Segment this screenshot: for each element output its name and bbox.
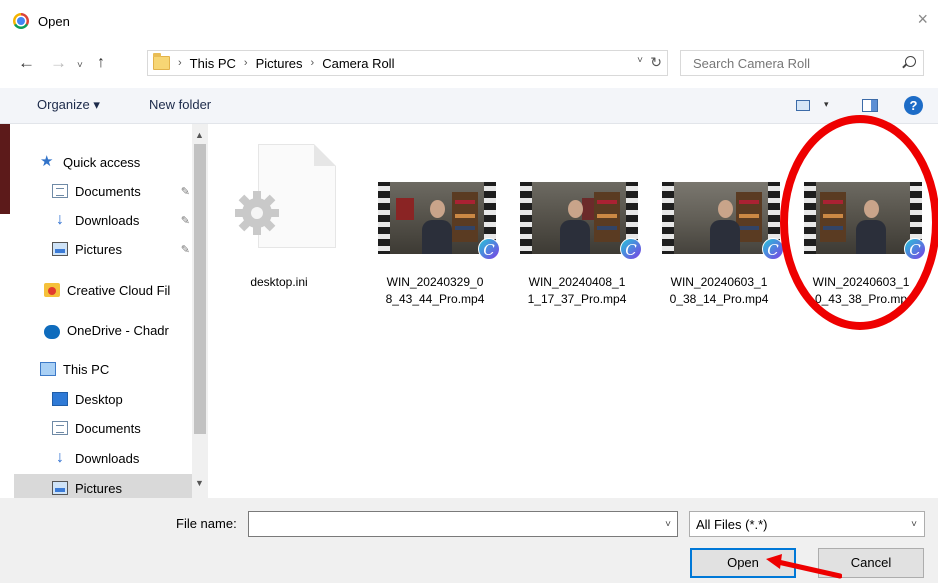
chrome-logo-icon [13, 13, 29, 29]
canva-icon: C [478, 238, 500, 260]
breadcrumb-this-pc[interactable]: This PC [190, 56, 236, 71]
organize-button[interactable]: Organize ▾ [37, 97, 100, 113]
preview-pane-icon[interactable] [862, 99, 878, 112]
file-name-label: desktop.ini [250, 275, 308, 289]
this-pc-icon [40, 362, 56, 376]
documents-icon [52, 184, 68, 198]
title-bar: Open × [0, 0, 938, 40]
search-box [680, 50, 924, 76]
video-thumbnail: C [520, 182, 642, 260]
file-item-video-1[interactable]: C WIN_20240329_0 8_43_44_Pro.mp4 [368, 142, 502, 306]
navigation-scrollbar[interactable]: ▲ ▼ [192, 124, 208, 498]
sidebar-item-label: Pictures [75, 480, 122, 496]
documents-icon [52, 421, 68, 435]
help-icon[interactable]: ? [904, 96, 923, 115]
star-icon: ★ [40, 153, 54, 170]
pin-icon: ✎ [180, 214, 190, 227]
sidebar-item-label: Downloads [75, 212, 140, 228]
sidebar-item-pictures[interactable]: Pictures [14, 474, 192, 498]
sidebar-item-label: Creative Cloud Fil [67, 282, 171, 298]
window-title: Open [38, 14, 70, 29]
scroll-down-icon[interactable]: ▼ [195, 478, 204, 488]
file-name-input[interactable] [249, 512, 649, 536]
address-bar[interactable]: › This PC › Pictures › Camera Roll ˅ ↻ [147, 50, 668, 76]
sidebar-item-label: Documents [75, 420, 141, 436]
annotation-circle [780, 115, 938, 330]
sidebar-item-quick-access[interactable]: ★ Quick access [40, 148, 208, 176]
close-icon[interactable]: × [917, 10, 928, 28]
file-type-select[interactable]: All Files (*.*) ˅ [689, 511, 925, 537]
breadcrumb-pictures[interactable]: Pictures [256, 56, 303, 71]
file-item-video-2[interactable]: C WIN_20240408_1 1_17_37_Pro.mp4 [510, 142, 644, 306]
gear-icon [235, 191, 279, 235]
address-row: ← → ˅ ↑ › This PC › Pictures › Camera Ro… [0, 48, 938, 80]
command-toolbar: Organize ▾ New folder ▾ ? [0, 88, 938, 124]
annotation-arrow-icon [766, 554, 842, 579]
back-arrow-icon[interactable]: ← [18, 54, 35, 71]
scroll-up-icon[interactable]: ▲ [195, 130, 204, 140]
forward-arrow-icon[interactable]: → [50, 54, 67, 71]
sidebar-item-label: Documents [75, 183, 141, 199]
pictures-icon [52, 481, 68, 495]
file-name-label: WIN_20240408_1 1_17_37_Pro.mp4 [527, 275, 627, 306]
sidebar-item-desktop[interactable]: Desktop [52, 385, 192, 413]
sidebar-item-label: Downloads [75, 450, 140, 466]
pin-icon: ✎ [180, 243, 190, 256]
onedrive-icon [44, 324, 60, 339]
recent-locations-chevron-icon[interactable]: ˅ [77, 57, 83, 74]
refresh-icon[interactable]: ↻ [650, 54, 662, 71]
file-item-desktop-ini[interactable]: desktop.ini [212, 142, 346, 302]
video-thumbnail: C [378, 182, 500, 260]
desktop-icon [52, 392, 68, 406]
address-dropdown-chevron-icon[interactable]: ˅ [637, 55, 643, 66]
sidebar-item-label: Quick access [63, 154, 141, 170]
file-name-dropdown-chevron-icon[interactable]: ˅ [665, 519, 671, 530]
sidebar-item-pictures-quick[interactable]: Pictures ✎ [52, 235, 202, 263]
sidebar-item-label: Desktop [75, 391, 123, 407]
file-type-chevron-icon: ˅ [911, 519, 917, 530]
video-thumbnail: C [662, 182, 784, 260]
navigation-pane: ★ Quick access Documents ✎ ↓ Downloads ✎… [14, 124, 208, 498]
downloads-icon: ↓ [56, 211, 64, 228]
canva-icon: C [620, 238, 642, 260]
pictures-icon [52, 242, 68, 256]
downloads-icon: ↓ [56, 449, 64, 466]
sidebar-item-label: Pictures [75, 241, 122, 257]
scrollbar-thumb[interactable] [194, 144, 206, 434]
sidebar-item-creative-cloud[interactable]: Creative Cloud Fil [44, 276, 194, 304]
file-name-label: WIN_20240329_0 8_43_44_Pro.mp4 [385, 275, 485, 306]
sidebar-item-documents-quick[interactable]: Documents ✎ [52, 177, 202, 205]
new-folder-button[interactable]: New folder [149, 97, 211, 112]
search-icon[interactable] [905, 56, 916, 67]
breadcrumb-separator-icon[interactable]: › [178, 56, 182, 71]
file-type-value: All Files (*.*) [696, 517, 768, 532]
sidebar-item-downloads[interactable]: ↓ Downloads [52, 444, 192, 472]
search-input[interactable] [681, 51, 891, 75]
sidebar-item-label: This PC [63, 361, 110, 377]
file-name-combobox: ˅ [248, 511, 678, 537]
sidebar-item-documents[interactable]: Documents [52, 414, 192, 442]
breadcrumb-separator-icon[interactable]: › [244, 56, 248, 71]
pin-icon: ✎ [180, 185, 190, 198]
view-options-caret-icon[interactable]: ▾ [824, 99, 829, 110]
file-item-video-3[interactable]: C WIN_20240603_1 0_38_14_Pro.mp4 [652, 142, 786, 306]
creative-cloud-icon [44, 283, 60, 297]
sidebar-item-onedrive[interactable]: OneDrive - Chadr [44, 316, 194, 344]
breadcrumb-separator-icon[interactable]: › [311, 56, 315, 71]
sidebar-item-downloads-quick[interactable]: ↓ Downloads ✎ [52, 206, 202, 234]
folder-icon [153, 53, 170, 70]
file-name-label: WIN_20240603_1 0_38_14_Pro.mp4 [669, 275, 769, 306]
breadcrumb-camera-roll[interactable]: Camera Roll [322, 56, 394, 71]
background-window-edge [0, 124, 10, 214]
sidebar-item-this-pc[interactable]: This PC [40, 355, 190, 383]
change-view-icon[interactable] [796, 100, 810, 111]
breadcrumb: › This PC › Pictures › Camera Roll [178, 56, 394, 71]
up-arrow-icon[interactable]: ↑ [97, 54, 105, 71]
sidebar-item-label: OneDrive - Chadr [67, 322, 169, 338]
file-name-label: File name: [176, 516, 237, 531]
